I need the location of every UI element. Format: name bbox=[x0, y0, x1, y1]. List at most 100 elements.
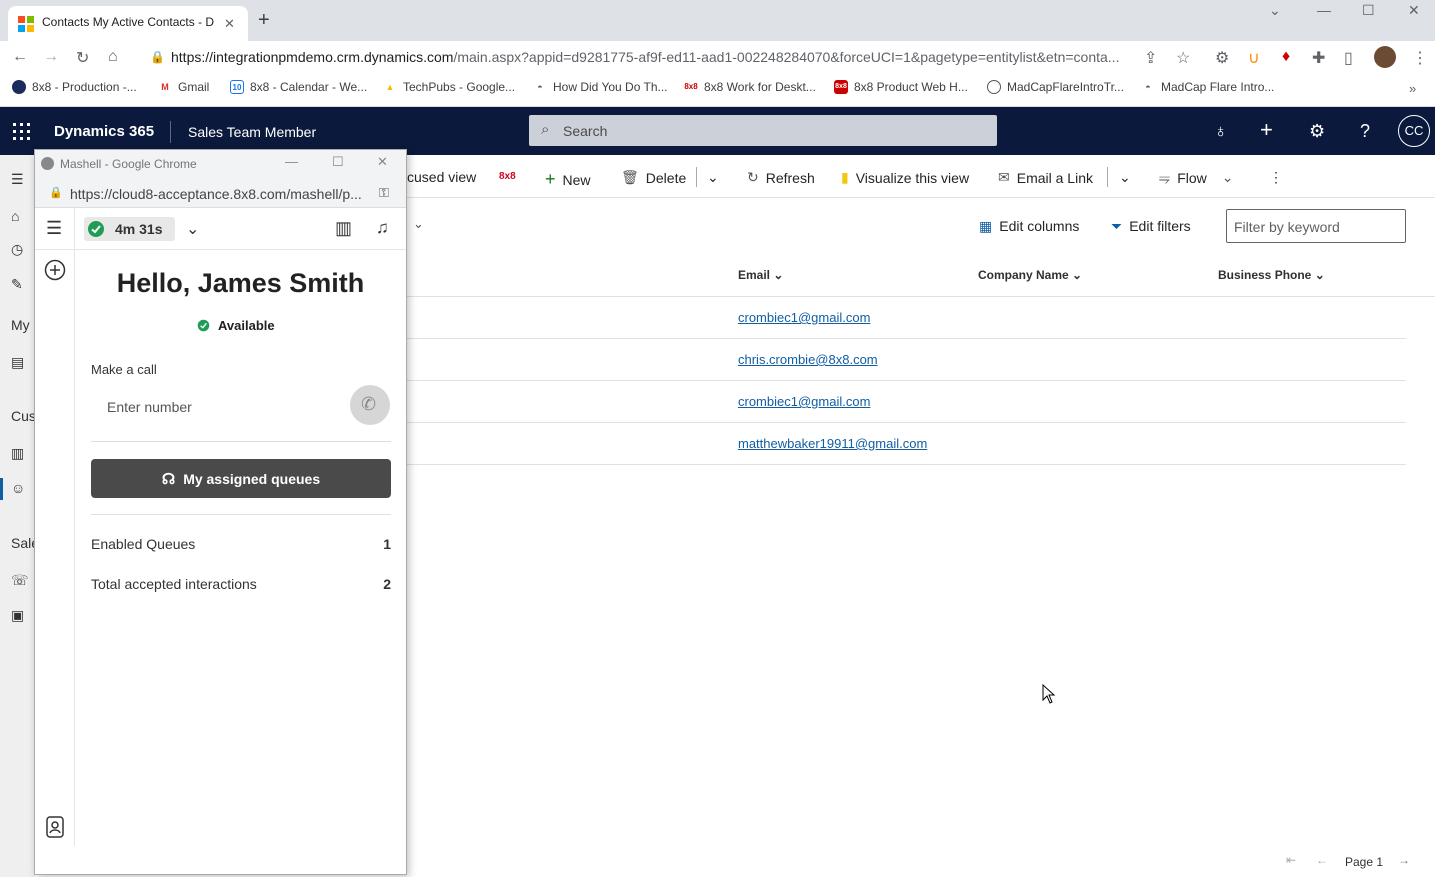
contacts-icon[interactable]: ☺ bbox=[11, 480, 25, 496]
columns-icon: ▦ bbox=[979, 218, 993, 234]
browser-toolbar: ← → ↻ ⌂ 🔒 https://integrationpmdemo.crm.… bbox=[0, 41, 1435, 75]
profile-avatar[interactable] bbox=[1374, 46, 1396, 68]
call-button[interactable]: ✆ bbox=[350, 385, 390, 425]
contacts-book-icon[interactable] bbox=[45, 816, 65, 838]
minimize-icon[interactable]: — bbox=[1317, 2, 1331, 18]
share-icon[interactable]: ⇪ bbox=[1144, 48, 1157, 68]
recent-icon[interactable]: ◷ bbox=[11, 241, 23, 258]
plus-icon[interactable]: + bbox=[1260, 117, 1273, 143]
bookmark-item[interactable]: 8x8 8x8 Work for Deskt... bbox=[684, 80, 816, 94]
new-tab-icon[interactable]: + bbox=[258, 10, 270, 30]
status-chevron-down-icon[interactable]: ⌄ bbox=[186, 219, 199, 239]
flow-button[interactable]: ⥭ Flow ⌄ bbox=[1159, 169, 1234, 186]
previous-page-icon[interactable]: ← bbox=[1316, 853, 1328, 867]
edit-columns-button[interactable]: ▦ Edit columns bbox=[979, 218, 1079, 235]
extension-8x8-icon[interactable]: ♦ bbox=[1282, 48, 1290, 66]
dashboard-icon[interactable]: ▤ bbox=[11, 354, 24, 371]
status-timer[interactable]: 4m 31s bbox=[84, 217, 175, 241]
home-nav-icon[interactable]: ⌂ bbox=[11, 208, 19, 224]
side-panel-icon[interactable]: ▯ bbox=[1344, 48, 1353, 68]
column-header-phone[interactable]: Business Phone ⌄ bbox=[1218, 268, 1325, 282]
status-label: Available bbox=[218, 318, 275, 333]
8x8-button[interactable]: 8x8 bbox=[499, 171, 516, 182]
email-link-button[interactable]: ✉ Email a Link bbox=[998, 169, 1093, 186]
bell-icon[interactable]: ♫ bbox=[376, 218, 389, 238]
bookmark-item[interactable]: MadCapFlareIntroTr... bbox=[987, 80, 1124, 94]
popup-window-title: Mashell - Google Chrome bbox=[60, 157, 197, 171]
my-assigned-queues-button[interactable]: ☊ My assigned queues bbox=[91, 459, 391, 498]
bookmark-item[interactable]: ◓ MadCap Flare Intro... bbox=[1141, 80, 1274, 94]
column-header-email[interactable]: Email ⌄ bbox=[738, 268, 783, 282]
google-drive-icon: ▲ bbox=[385, 82, 395, 92]
lightbulb-icon[interactable]: ♁ bbox=[1214, 121, 1228, 142]
table-row[interactable]: crombiec1@gmail.com bbox=[407, 297, 1406, 339]
opportunities-icon[interactable]: ▣ bbox=[11, 607, 24, 624]
more-bookmarks-icon[interactable]: » bbox=[1409, 81, 1416, 96]
layout-icon[interactable]: ▥ bbox=[335, 218, 352, 239]
table-row[interactable]: crombiec1@gmail.com bbox=[407, 381, 1406, 423]
bookmark-item[interactable]: M Gmail bbox=[158, 80, 209, 94]
first-page-icon[interactable]: ⇤ bbox=[1286, 853, 1296, 867]
more-commands-icon[interactable]: ⋮ bbox=[1269, 169, 1283, 186]
email-link[interactable]: matthewbaker19911@gmail.com bbox=[738, 436, 927, 451]
global-search-input[interactable]: ⌕ Search bbox=[529, 115, 997, 146]
email-link[interactable]: chris.crombie@8x8.com bbox=[738, 352, 878, 367]
browser-menu-icon[interactable]: ⋮ bbox=[1412, 48, 1428, 68]
bookmark-star-icon[interactable]: ☆ bbox=[1176, 48, 1190, 68]
bookmark-item[interactable]: ▲ TechPubs - Google... bbox=[383, 80, 516, 94]
brand-title[interactable]: Dynamics 365 bbox=[54, 123, 154, 140]
pinned-icon[interactable]: ✎ bbox=[11, 276, 23, 293]
extension-gear-icon[interactable]: ⚙ bbox=[1215, 48, 1229, 68]
table-row[interactable]: matthewbaker19911@gmail.com bbox=[407, 423, 1406, 465]
email-more-chevron-icon[interactable]: ⌄ bbox=[1119, 169, 1131, 186]
app-area-title[interactable]: Sales Team Member bbox=[188, 124, 316, 140]
maximize-icon[interactable]: ☐ bbox=[1362, 2, 1375, 19]
refresh-button[interactable]: ↻ Refresh bbox=[747, 169, 815, 186]
next-page-icon[interactable]: → bbox=[1398, 853, 1410, 867]
add-circle-icon[interactable] bbox=[44, 259, 66, 281]
phone-number-input[interactable]: Enter number ✆ bbox=[91, 385, 391, 442]
leads-icon[interactable]: ☏ bbox=[11, 572, 29, 589]
address-bar[interactable]: https://integrationpmdemo.crm.dynamics.c… bbox=[171, 49, 1136, 65]
focused-view-button[interactable]: cused view bbox=[407, 169, 476, 185]
app-launcher-icon[interactable] bbox=[13, 123, 30, 140]
reload-icon[interactable]: ↻ bbox=[76, 48, 89, 68]
bookmark-item[interactable]: ◓ How Did You Do Th... bbox=[533, 80, 667, 94]
help-icon[interactable]: ? bbox=[1360, 121, 1370, 142]
new-button[interactable]: + New bbox=[545, 169, 591, 190]
user-avatar[interactable]: CC bbox=[1398, 115, 1430, 147]
lock-icon[interactable]: 🔒 bbox=[150, 50, 165, 64]
hat-icon: ◓ bbox=[537, 82, 543, 92]
popup-close-icon[interactable]: ✕ bbox=[377, 154, 388, 170]
key-icon[interactable]: ⚿ bbox=[379, 185, 389, 201]
extensions-puzzle-icon[interactable]: ✚ bbox=[1312, 48, 1325, 68]
home-icon[interactable]: ⌂ bbox=[108, 48, 118, 66]
view-chevron-icon[interactable]: ⌄ bbox=[413, 216, 424, 232]
settings-gear-icon[interactable]: ⚙ bbox=[1309, 121, 1325, 142]
email-link[interactable]: crombiec1@gmail.com bbox=[738, 310, 870, 325]
forward-icon[interactable]: → bbox=[43, 48, 59, 66]
url-host: https://integrationpmdemo.crm.dynamics.c… bbox=[171, 49, 454, 65]
popup-maximize-icon[interactable]: ☐ bbox=[332, 154, 344, 170]
bookmark-item[interactable]: 8x8 8x8 Product Web H... bbox=[834, 80, 968, 94]
table-row[interactable]: chris.crombie@8x8.com bbox=[407, 339, 1406, 381]
popup-minimize-icon[interactable]: — bbox=[285, 154, 298, 169]
delete-more-chevron-icon[interactable]: ⌄ bbox=[707, 169, 719, 186]
filter-keyword-input[interactable]: Filter by keyword bbox=[1226, 209, 1406, 243]
column-header-company[interactable]: Company Name ⌄ bbox=[978, 268, 1082, 282]
tab-search-icon[interactable]: ⌄ bbox=[1269, 2, 1281, 19]
bookmark-item[interactable]: 10 8x8 - Calendar - We... bbox=[230, 80, 367, 94]
back-icon[interactable]: ← bbox=[12, 48, 28, 66]
extension-u-icon[interactable]: ∪ bbox=[1248, 48, 1260, 68]
close-tab-icon[interactable]: ✕ bbox=[224, 16, 235, 32]
visualize-button[interactable]: ▮ Visualize this view bbox=[841, 169, 969, 186]
edit-filters-button[interactable]: ⏷ Edit filters bbox=[1111, 218, 1191, 235]
close-window-icon[interactable]: ✕ bbox=[1408, 2, 1420, 19]
delete-button[interactable]: 🗑 Delete bbox=[621, 169, 686, 186]
email-link[interactable]: crombiec1@gmail.com bbox=[738, 394, 870, 409]
browser-tab[interactable]: Contacts My Active Contacts - D ✕ bbox=[8, 6, 248, 41]
plus-icon: + bbox=[545, 169, 556, 189]
hamburger-icon[interactable]: ☰ bbox=[11, 171, 24, 188]
accounts-icon[interactable]: ▥ bbox=[11, 445, 24, 462]
bookmark-item[interactable]: 8x8 - Production -... bbox=[12, 80, 137, 94]
